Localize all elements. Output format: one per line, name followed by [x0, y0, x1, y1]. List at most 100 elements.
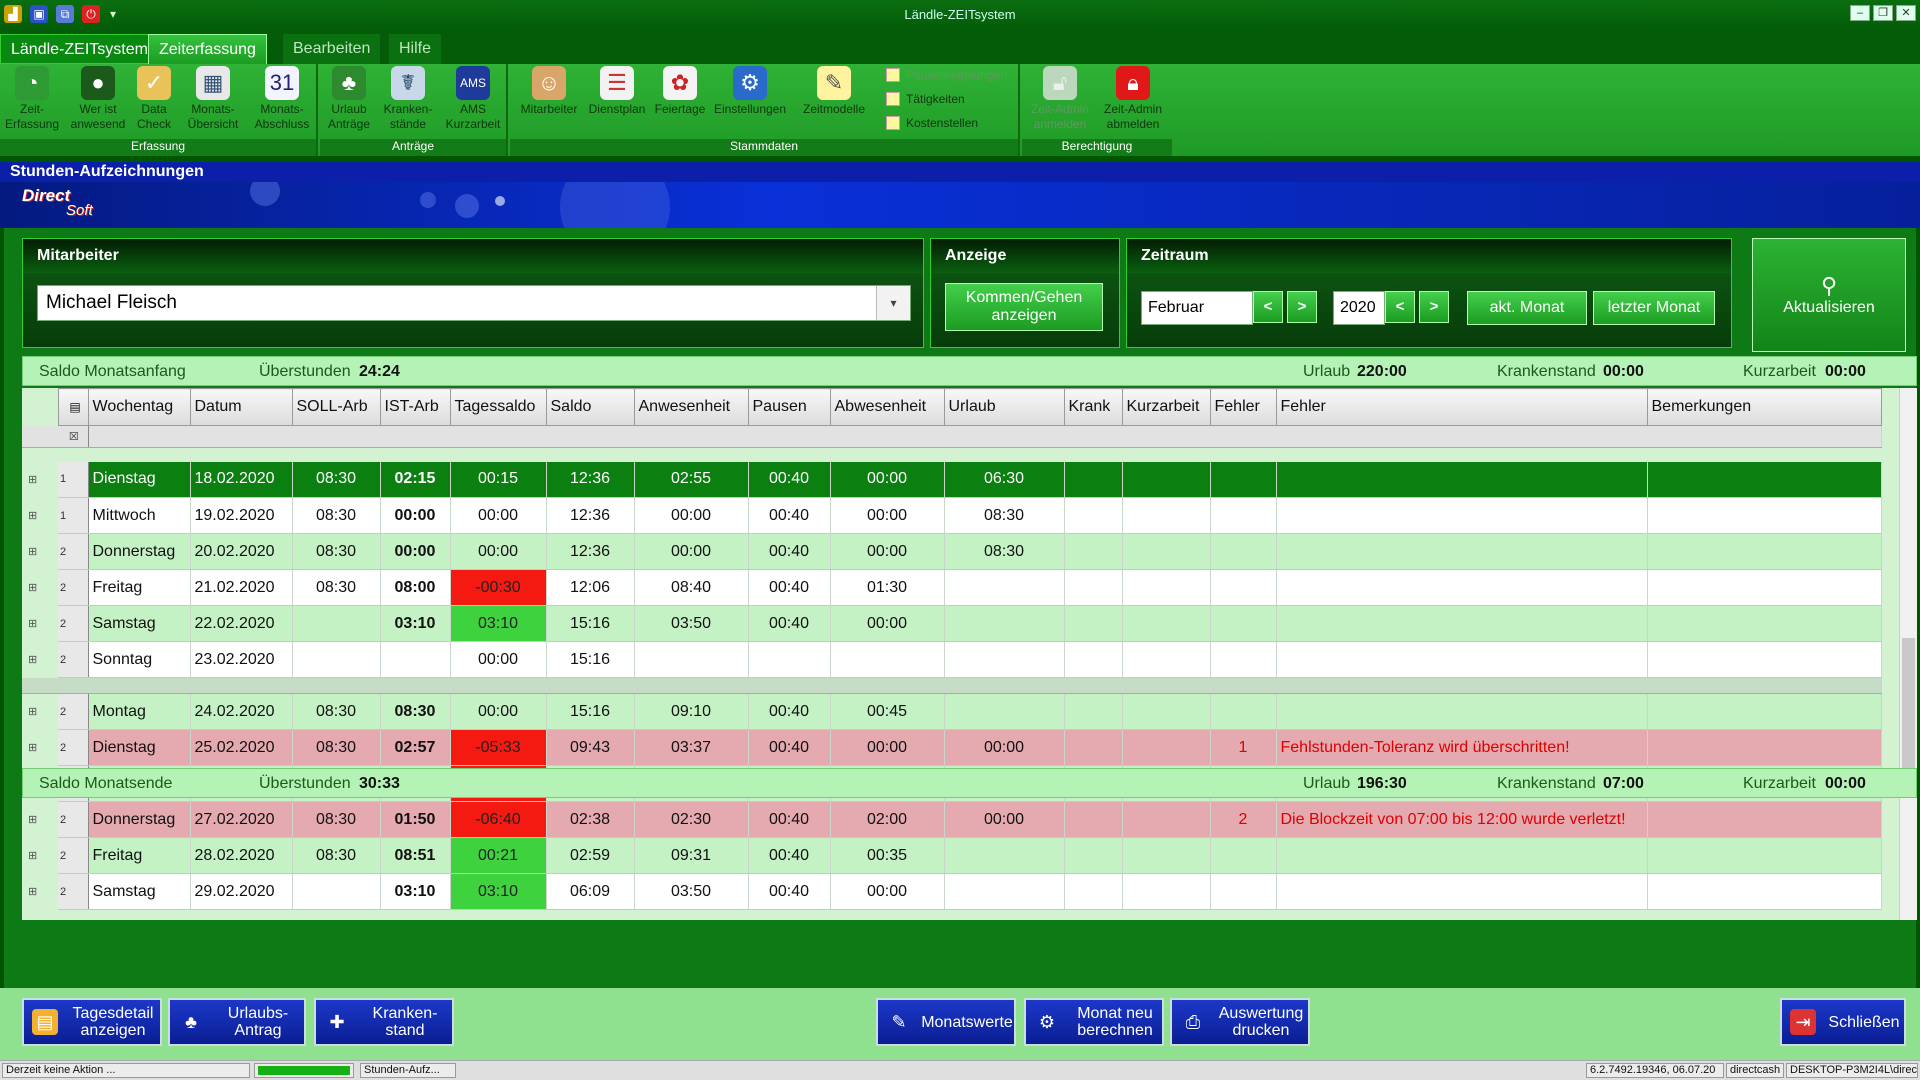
zeit-erfassung-button[interactable]: ◔ Zeit- Erfassung	[2, 66, 62, 132]
cell-ist-arb[interactable]: 03:10	[380, 605, 451, 642]
col-datum[interactable]: Datum	[189, 388, 293, 426]
cell-fehler-nr[interactable]	[1210, 605, 1277, 642]
cell-datum[interactable]: 20.02.2020	[190, 533, 293, 570]
cell-saldo[interactable]: 02:59	[546, 837, 635, 874]
zeit-admin-abmelden-button[interactable]: 🔒︎ Zeit-Admin abmelden	[1098, 66, 1168, 132]
cell-ist-arb[interactable]: 08:30	[380, 693, 451, 730]
cell-pausen[interactable]: 00:40	[748, 569, 831, 606]
aktualisieren-button[interactable]: ⚲ Aktualisieren	[1752, 238, 1906, 352]
cell-anwesenheit[interactable]: 09:31	[634, 837, 749, 874]
cell-ist-arb[interactable]: 01:50	[380, 801, 451, 838]
cell-pausen[interactable]: 00:40	[748, 873, 831, 910]
year-field[interactable]: 2020	[1333, 291, 1385, 325]
row-selector[interactable]: 2	[58, 605, 89, 642]
cell-kurzarbeit[interactable]	[1122, 873, 1211, 910]
col-ist-arb[interactable]: IST-Arb	[379, 388, 451, 426]
cell-anwesenheit[interactable]: 08:40	[634, 569, 749, 606]
cell-saldo[interactable]: 12:36	[546, 497, 635, 534]
zeit-admin-anmelden-button[interactable]: 🔓︎ Zeit-Admin anmelden	[1026, 66, 1094, 132]
cell-kurzarbeit[interactable]	[1122, 533, 1211, 570]
cell-tagessaldo[interactable]: 00:00	[450, 693, 547, 730]
cell-urlaub[interactable]	[944, 693, 1065, 730]
expand-row-icon[interactable]: ⊞	[22, 533, 58, 570]
cell-abwesenheit[interactable]: 00:45	[830, 693, 945, 730]
table-row[interactable]: ⊞ 1 Mittwoch 19.02.2020 08:30 00:00 00:00 12:36…	[22, 497, 1882, 534]
cell-datum[interactable]: 25.02.2020	[190, 729, 293, 766]
cell-urlaub[interactable]: 00:00	[944, 801, 1065, 838]
col-fehler-nr[interactable]: Fehler	[1209, 388, 1277, 426]
cell-ist-arb[interactable]: 02:57	[380, 729, 451, 766]
cell-kurzarbeit[interactable]	[1122, 729, 1211, 766]
cell-bemerkungen[interactable]	[1647, 873, 1882, 910]
cell-anwesenheit[interactable]: 03:50	[634, 605, 749, 642]
cell-bemerkungen[interactable]	[1647, 837, 1882, 874]
cell-tagessaldo[interactable]: -05:33	[450, 729, 547, 766]
mitarbeiter-select[interactable]: Michael Fleisch ▾	[37, 285, 911, 321]
cell-fehler-text[interactable]	[1276, 569, 1648, 606]
row-selector[interactable]: 2	[58, 641, 89, 678]
cell-datum[interactable]: 18.02.2020	[190, 461, 293, 498]
table-row[interactable]: ⊞ 2 Montag 24.02.2020 08:30 08:30 00:00 15:16 09…	[22, 693, 1882, 730]
cell-pausen[interactable]: 00:40	[748, 497, 831, 534]
cell-krank[interactable]	[1064, 693, 1123, 730]
letzter-monat-button[interactable]: letzter Monat	[1593, 291, 1715, 325]
cell-datum[interactable]: 24.02.2020	[190, 693, 293, 730]
monat-neu-berechnen-button[interactable]: ⚙ Monat neu berechnen	[1024, 998, 1164, 1046]
cell-ist-arb[interactable]	[380, 641, 451, 678]
cell-krank[interactable]	[1064, 569, 1123, 606]
cell-fehler-nr[interactable]	[1210, 837, 1277, 874]
tab-zeiterfassung[interactable]: Zeiterfassung	[148, 34, 267, 64]
cell-tagessaldo[interactable]: 00:00	[450, 641, 547, 678]
cell-tagessaldo[interactable]: -00:30	[450, 569, 547, 606]
cell-soll-arb[interactable]: 08:30	[292, 729, 381, 766]
cell-pausen[interactable]	[748, 641, 831, 678]
cell-abwesenheit[interactable]	[830, 641, 945, 678]
zeitmodelle-button[interactable]: ✎ Zeitmodelle	[800, 66, 868, 117]
vertical-scrollbar[interactable]	[1899, 388, 1917, 920]
monats-abschluss-button[interactable]: 31 Monats- Abschluss	[250, 66, 314, 132]
cell-wochentag[interactable]: Samstag	[88, 605, 191, 642]
akt-monat-button[interactable]: akt. Monat	[1467, 291, 1587, 325]
cell-tagessaldo[interactable]: 00:00	[450, 497, 547, 534]
table-row[interactable]: ⊞ 2 Samstag 29.02.2020 03:10 03:10 06:09 03:50 0…	[22, 873, 1882, 910]
cell-pausen[interactable]: 00:40	[748, 729, 831, 766]
cell-kurzarbeit[interactable]	[1122, 801, 1211, 838]
cell-saldo[interactable]: 06:09	[546, 873, 635, 910]
row-selector[interactable]: 2	[58, 569, 89, 606]
month-prev-button[interactable]: <	[1253, 291, 1283, 323]
cell-abwesenheit[interactable]: 01:30	[830, 569, 945, 606]
dienstplan-button[interactable]: ☰ Dienstplan	[586, 66, 648, 117]
cell-pausen[interactable]: 00:40	[748, 801, 831, 838]
cell-tagessaldo[interactable]: 00:21	[450, 837, 547, 874]
kostenstellen-button[interactable]: Kostenstellen	[886, 116, 978, 130]
cell-anwesenheit[interactable]: 03:50	[634, 873, 749, 910]
cell-kurzarbeit[interactable]	[1122, 569, 1211, 606]
cell-bemerkungen[interactable]	[1647, 693, 1882, 730]
cell-abwesenheit[interactable]: 00:00	[830, 729, 945, 766]
cell-wochentag[interactable]: Dienstag	[88, 729, 191, 766]
table-row[interactable]: ⊞ 2 Donnerstag 27.02.2020 08:30 01:50 -06:40 02…	[22, 801, 1882, 838]
table-row[interactable]: ⊞ 2 Freitag 28.02.2020 08:30 08:51 00:21 02:59 0…	[22, 837, 1882, 874]
cell-datum[interactable]: 19.02.2020	[190, 497, 293, 534]
close-window-button[interactable]: ✕	[1896, 5, 1916, 21]
cell-bemerkungen[interactable]	[1647, 497, 1882, 534]
row-selector[interactable]: 2	[58, 873, 89, 910]
cell-krank[interactable]	[1064, 461, 1123, 498]
cell-tagessaldo[interactable]: 03:10	[450, 873, 547, 910]
cell-krank[interactable]	[1064, 605, 1123, 642]
cell-tagessaldo[interactable]: 03:10	[450, 605, 547, 642]
cell-saldo[interactable]: 15:16	[546, 605, 635, 642]
cell-datum[interactable]: 27.02.2020	[190, 801, 293, 838]
cell-fehler-text[interactable]	[1276, 461, 1648, 498]
cell-abwesenheit[interactable]: 00:00	[830, 873, 945, 910]
cell-anwesenheit[interactable]: 00:00	[634, 533, 749, 570]
cell-urlaub[interactable]	[944, 873, 1065, 910]
col-fehler-text[interactable]: Fehler	[1275, 388, 1648, 426]
year-next-button[interactable]: >	[1419, 291, 1449, 323]
table-row[interactable]: ⊞ 2 Freitag 21.02.2020 08:30 08:00 -00:30 12:06…	[22, 569, 1882, 606]
cell-fehler-nr[interactable]	[1210, 461, 1277, 498]
expand-row-icon[interactable]: ⊞	[22, 729, 58, 766]
col-wochentag[interactable]: Wochentag	[87, 388, 191, 426]
cell-tagessaldo[interactable]: -06:40	[450, 801, 547, 838]
cell-saldo[interactable]: 15:16	[546, 693, 635, 730]
